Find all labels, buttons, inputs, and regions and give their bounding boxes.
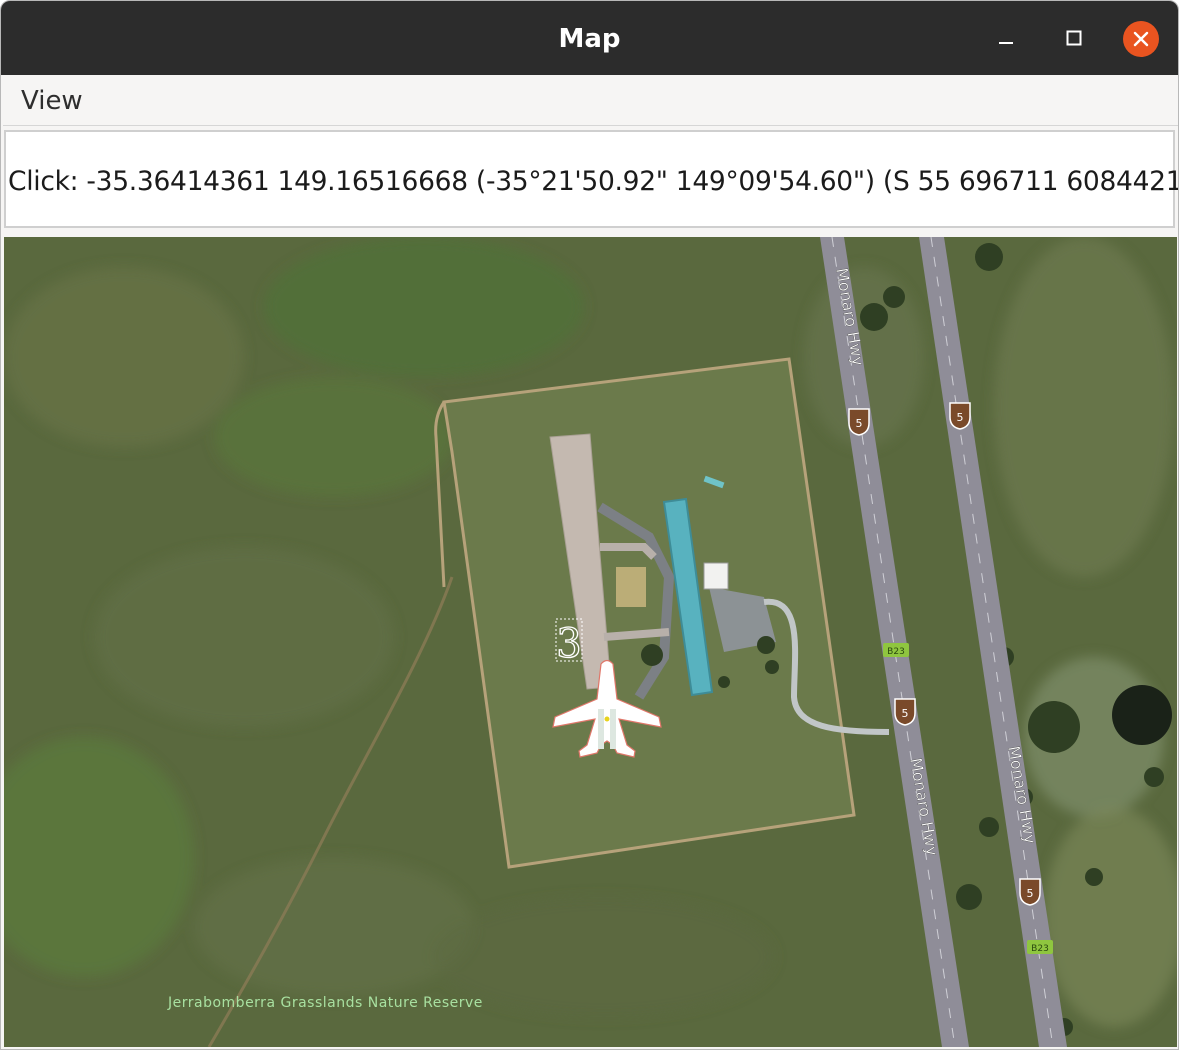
b23-badge: B23 [883, 643, 909, 657]
route-shield: 5 [848, 408, 870, 436]
minimize-button[interactable] [988, 21, 1024, 57]
waypoint-marker[interactable]: 3 [555, 618, 583, 668]
click-coordinates-text: Click: -35.36414361 149.16516668 (-35°21… [8, 166, 1179, 197]
map-view[interactable]: Monaro Hwy Monaro Hwy Monaro Hwy 5 5 5 5 [4, 237, 1177, 1047]
svg-text:B23: B23 [1031, 944, 1049, 954]
click-info-panel: Click: -35.36414361 149.16516668 (-35°21… [4, 130, 1178, 228]
satellite-map[interactable]: Monaro Hwy Monaro Hwy Monaro Hwy 5 5 5 5 [4, 237, 1177, 1047]
svg-text:5: 5 [1027, 887, 1034, 900]
menu-view[interactable]: View [19, 75, 85, 125]
svg-text:5: 5 [856, 417, 863, 430]
svg-text:B23: B23 [887, 647, 905, 657]
svg-text:3: 3 [556, 621, 581, 667]
white-building [703, 562, 729, 590]
route-shield: 5 [894, 698, 916, 726]
route-shield: 5 [949, 402, 971, 430]
svg-text:5: 5 [902, 707, 909, 720]
maximize-button[interactable] [1056, 21, 1092, 57]
route-shield: 5 [1019, 878, 1041, 906]
minimize-icon [999, 42, 1013, 44]
map-window: Map View Click: -35.36414361 149.1651666… [0, 0, 1179, 1050]
airfield-compound [442, 357, 856, 869]
svg-text:5: 5 [957, 411, 964, 424]
apron-road-2 [603, 628, 670, 641]
maximize-icon [1066, 30, 1082, 46]
pond [1112, 685, 1172, 745]
close-button[interactable] [1123, 21, 1159, 57]
sand-pad [616, 567, 646, 607]
b23-badge: B23 [1027, 940, 1053, 954]
reserve-label: Jerrabomberra Grasslands Nature Reserve [167, 995, 483, 1011]
close-icon [1133, 31, 1149, 47]
menu-bar: View [3, 75, 1178, 126]
title-bar[interactable]: Map [1, 1, 1178, 75]
